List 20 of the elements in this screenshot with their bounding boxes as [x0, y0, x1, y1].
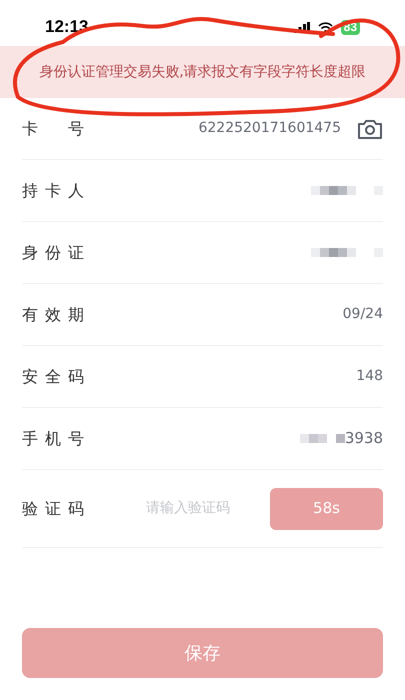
field-label: 身份证 — [22, 242, 84, 264]
field-value: 09/24 — [342, 305, 383, 324]
field-value: 148 — [356, 367, 383, 386]
save-button[interactable]: 保存 — [22, 628, 383, 678]
field-label: 有效期 — [22, 304, 84, 326]
pixelated-value — [300, 434, 345, 443]
pixelated-value — [311, 248, 383, 257]
error-message: 身份认证管理交易失败,请求报文有字段字符长度超限 — [39, 62, 366, 82]
countdown-button[interactable]: 58s — [270, 488, 383, 530]
field-label: 验证码 — [22, 498, 84, 520]
field-label: 卡号 — [22, 118, 84, 140]
wifi-icon — [318, 22, 333, 32]
camera-icon[interactable] — [357, 118, 383, 140]
field-label: 安全码 — [22, 366, 84, 388]
field-value: 6222520171601475 — [198, 119, 341, 138]
field-value: 3938 — [344, 428, 383, 450]
code-input[interactable]: 请输入验证码 — [146, 498, 246, 519]
field-label: 持卡人 — [22, 180, 84, 202]
pixelated-value — [311, 186, 383, 195]
field-label: 手机号 — [22, 428, 84, 450]
